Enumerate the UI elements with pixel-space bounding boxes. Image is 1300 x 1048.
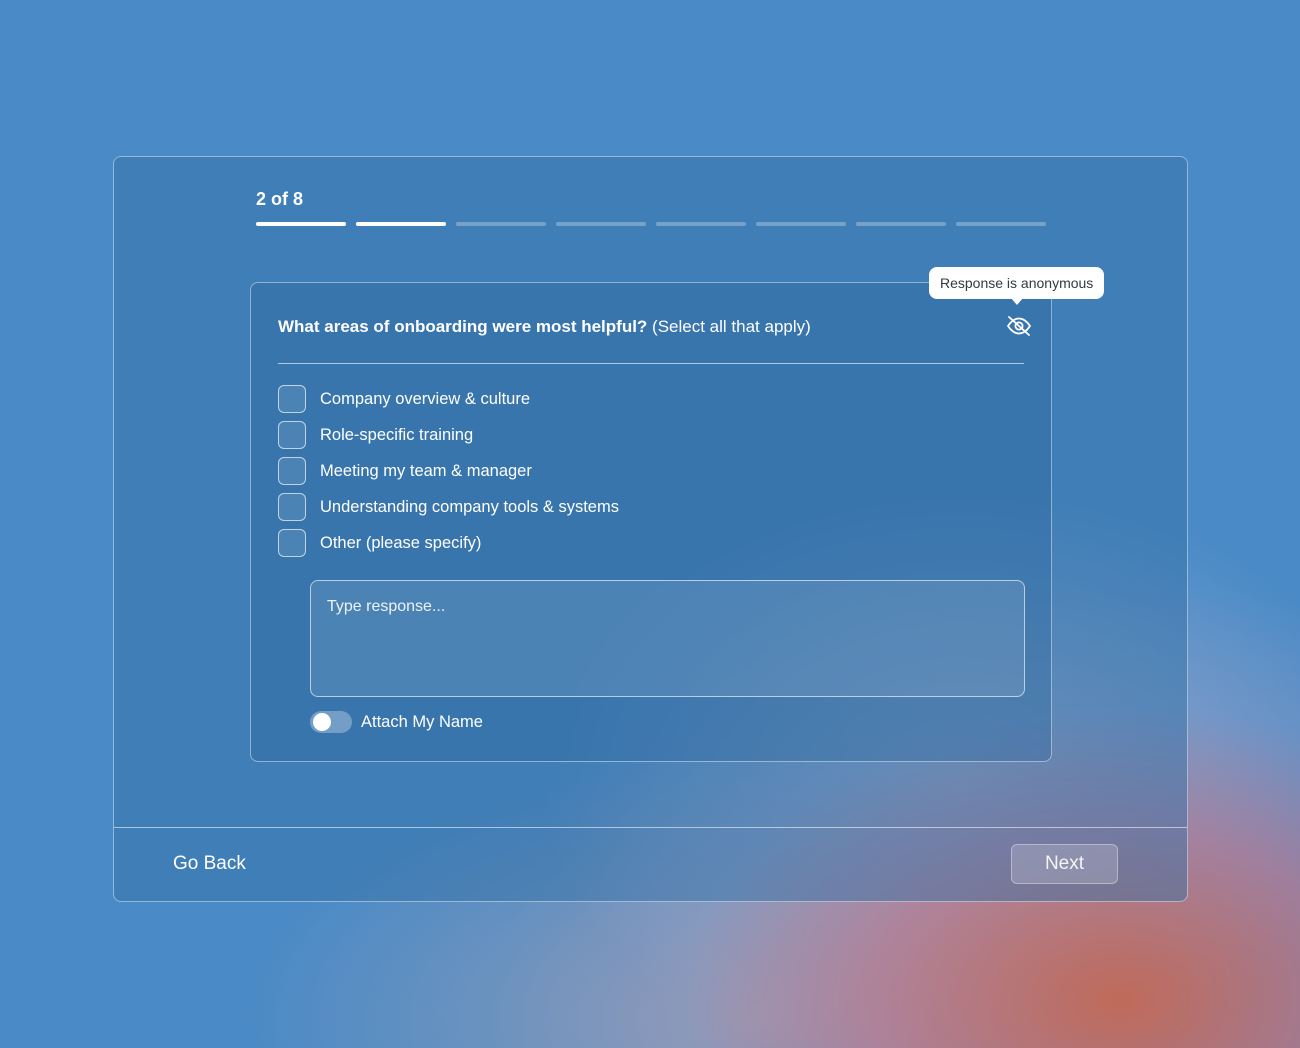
footer-divider xyxy=(114,827,1187,828)
attach-name-label: Attach My Name xyxy=(361,712,483,731)
option-meeting-team[interactable]: Meeting my team & manager xyxy=(278,457,619,485)
progress-segment xyxy=(656,222,746,226)
option-label: Role-specific training xyxy=(320,425,474,444)
progress-segment xyxy=(456,222,546,226)
eye-off-icon[interactable] xyxy=(1005,315,1033,337)
option-other[interactable]: Other (please specify) xyxy=(278,529,619,557)
option-label: Understanding company tools & systems xyxy=(320,497,619,516)
progress-segment xyxy=(556,222,646,226)
option-role-training[interactable]: Role-specific training xyxy=(278,421,619,449)
response-input[interactable] xyxy=(310,580,1025,697)
progress-bar xyxy=(256,222,1046,226)
checkbox[interactable] xyxy=(278,529,306,557)
progress-segment xyxy=(956,222,1046,226)
option-label: Company overview & culture xyxy=(320,389,531,408)
next-button[interactable]: Next xyxy=(1011,844,1118,884)
option-label: Other (please specify) xyxy=(320,533,482,552)
question-text: What areas of onboarding were most helpf… xyxy=(278,317,811,337)
progress-segment xyxy=(256,222,346,226)
options-list: Company overview & culture Role-specific… xyxy=(278,385,619,565)
option-label: Meeting my team & manager xyxy=(320,461,532,480)
checkbox[interactable] xyxy=(278,493,306,521)
option-tools-systems[interactable]: Understanding company tools & systems xyxy=(278,493,619,521)
progress-segment xyxy=(356,222,446,226)
toggle-knob xyxy=(313,713,331,731)
progress-label: 2 of 8 xyxy=(256,189,304,209)
progress-segment xyxy=(756,222,846,226)
option-company-overview[interactable]: Company overview & culture xyxy=(278,385,619,413)
question-divider xyxy=(278,363,1024,364)
anonymous-tooltip: Response is anonymous xyxy=(929,267,1105,305)
go-back-button[interactable]: Go Back xyxy=(173,853,246,875)
attach-name-row: Attach My Name xyxy=(310,711,483,733)
survey-panel: 2 of 8 What areas of onboarding were mos… xyxy=(113,156,1188,902)
progress-segment xyxy=(856,222,946,226)
question-card: What areas of onboarding were most helpf… xyxy=(250,282,1052,762)
question-title: What areas of onboarding were most helpf… xyxy=(278,317,648,336)
attach-name-toggle[interactable] xyxy=(310,711,352,733)
checkbox[interactable] xyxy=(278,457,306,485)
checkbox[interactable] xyxy=(278,385,306,413)
question-hint: (Select all that apply) xyxy=(652,317,811,336)
checkbox[interactable] xyxy=(278,421,306,449)
